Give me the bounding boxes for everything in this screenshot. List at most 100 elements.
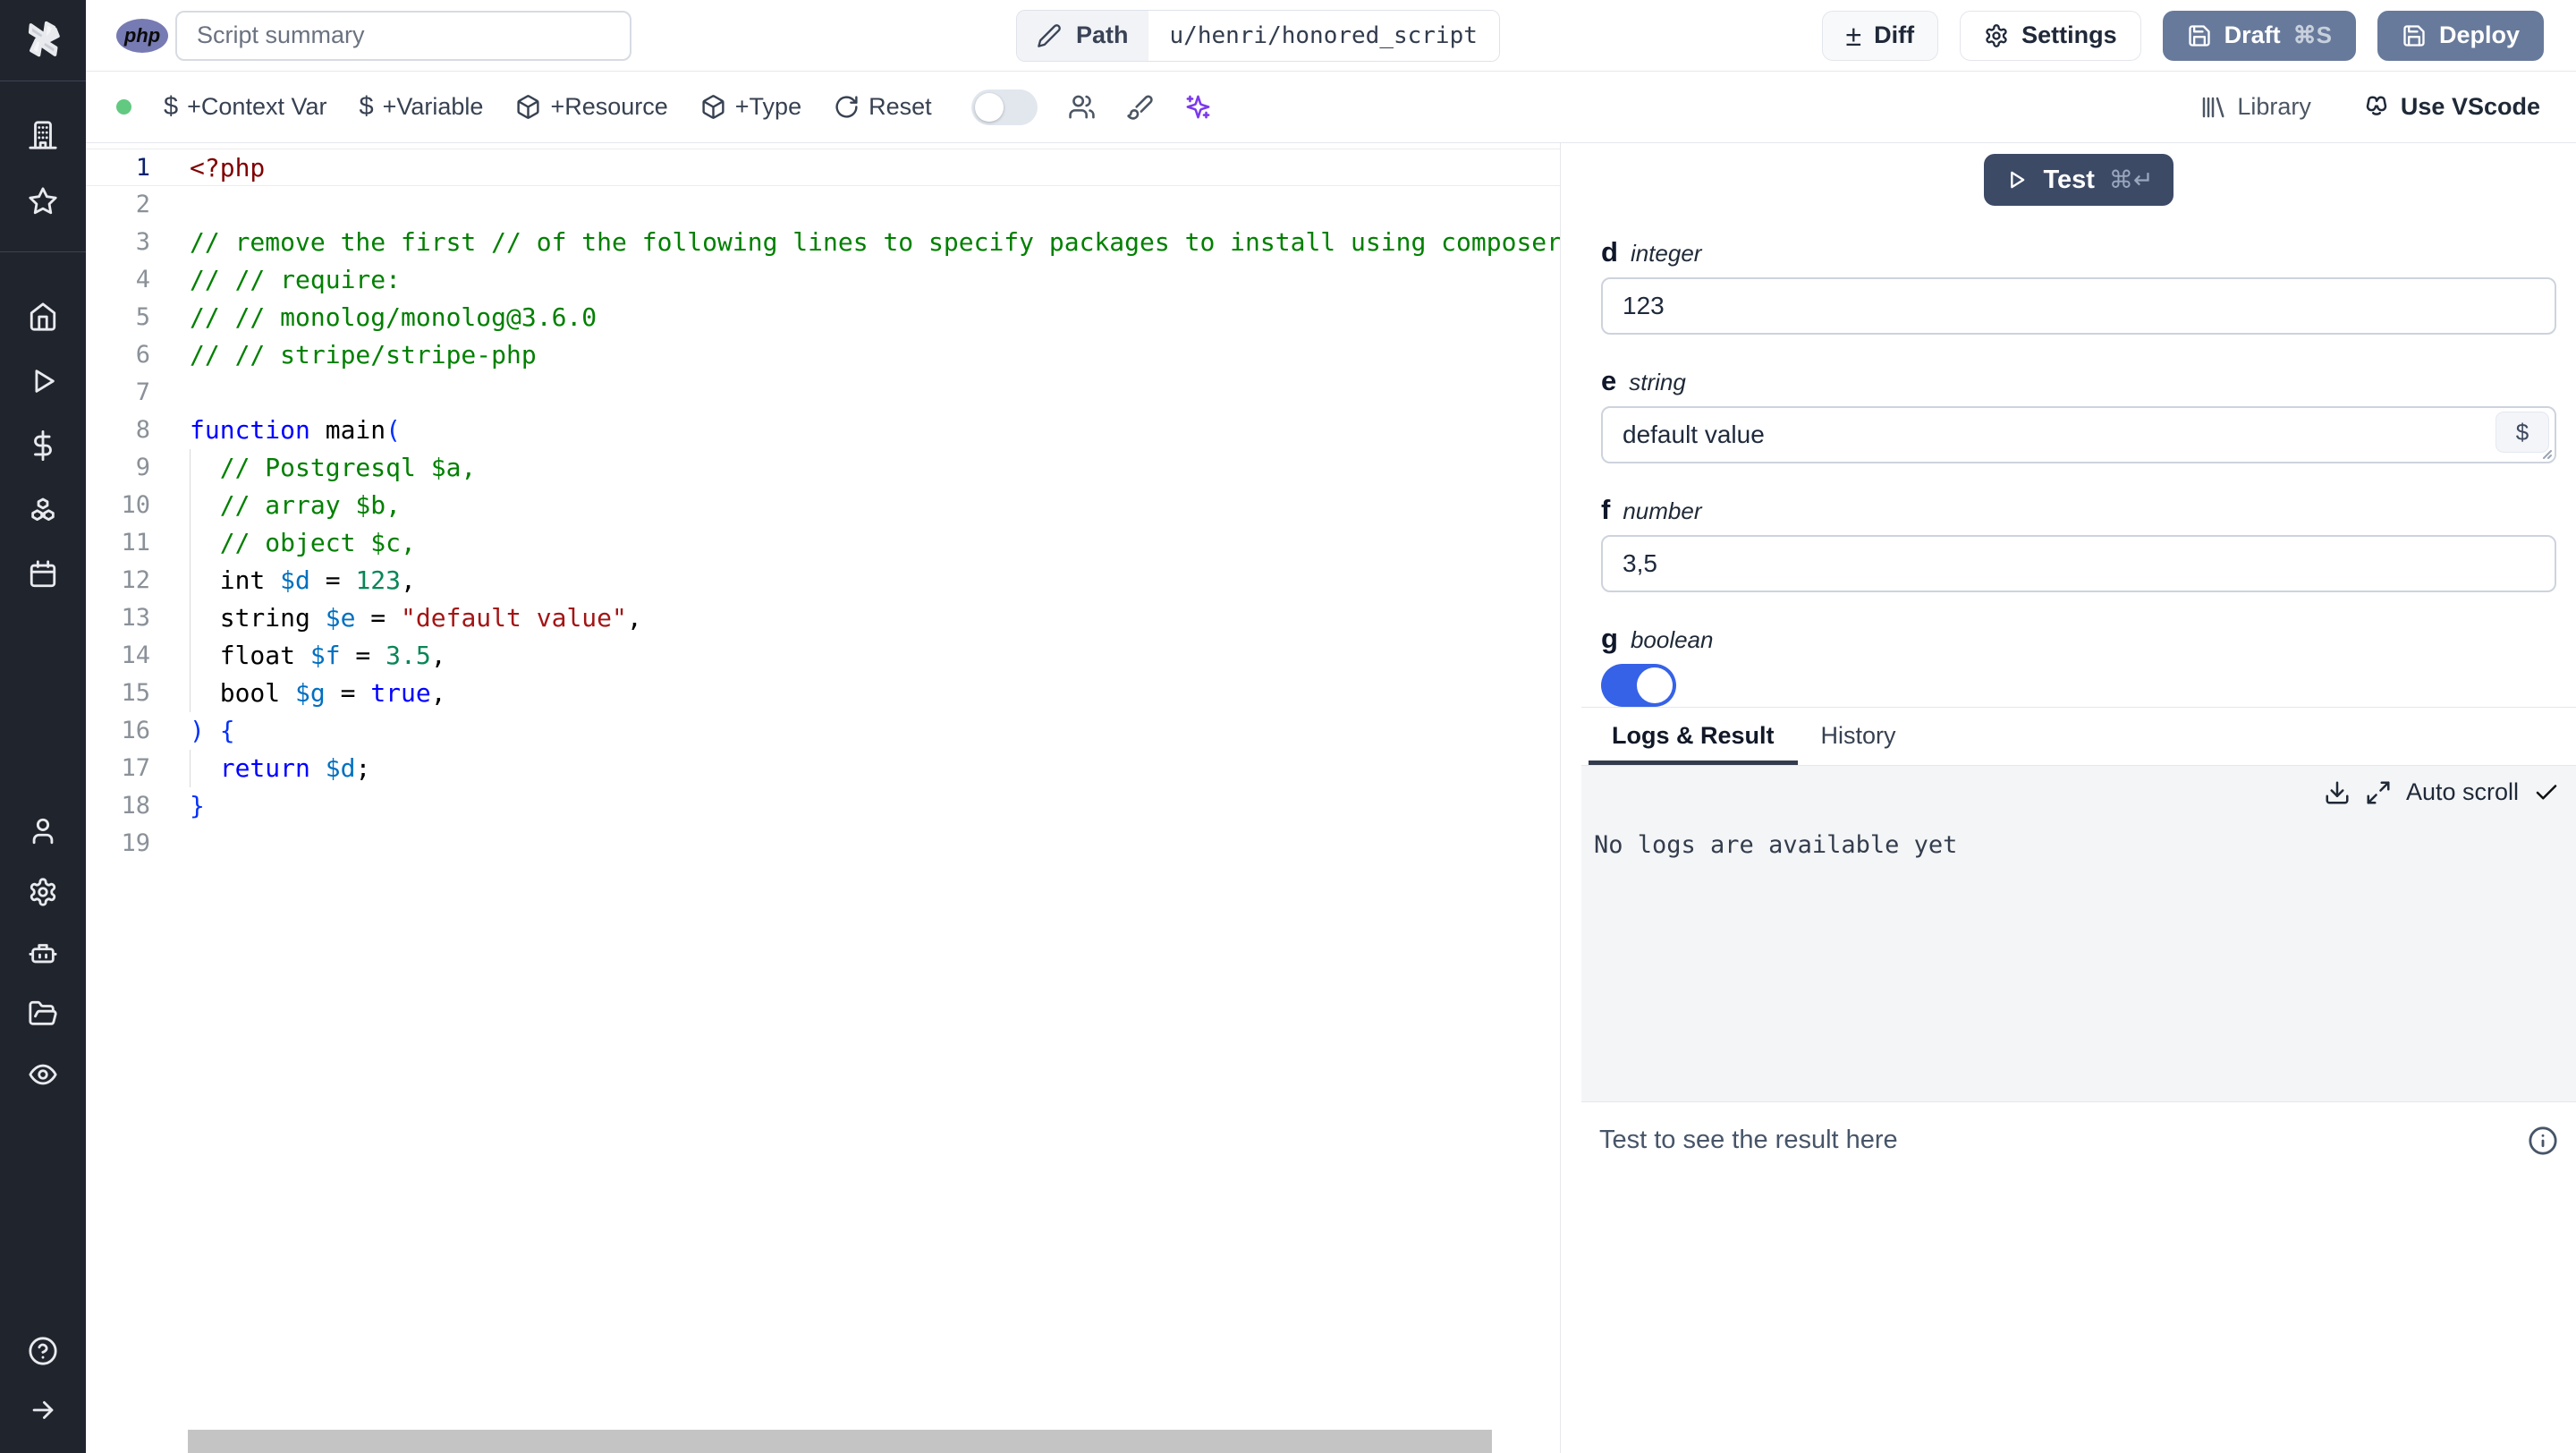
path-edit-button[interactable]: Path — [1017, 10, 1148, 61]
diff-button[interactable]: ± Diff — [1821, 10, 1939, 61]
check-icon[interactable] — [2533, 779, 2560, 806]
code-line-5[interactable]: 5 // // monolog/monolog@3.6.0 — [86, 299, 1560, 336]
code-line-9[interactable]: 9 // Postgresql $a, — [86, 449, 1560, 487]
tab-history[interactable]: History — [1798, 708, 1919, 765]
pencil-icon — [1038, 23, 1061, 47]
library-icon — [2203, 97, 2224, 117]
field-input-f[interactable] — [1601, 535, 2556, 592]
php-language-badge: php — [116, 18, 168, 53]
sidebar-item-home[interactable] — [16, 290, 70, 344]
gear-icon — [1986, 23, 2007, 47]
field-type: number — [1623, 497, 1702, 524]
dollar-icon: $ — [359, 92, 374, 121]
code-line-18[interactable]: 18} — [86, 787, 1560, 825]
code-text: // // require: — [190, 265, 402, 294]
sidebar — [0, 0, 86, 1453]
info-icon[interactable] — [2528, 1126, 2558, 1156]
code-line-2[interactable]: 2 — [86, 186, 1560, 224]
test-button[interactable]: Test ⌘↵ — [1984, 154, 2174, 206]
add-type-button[interactable]: +Type — [700, 93, 801, 121]
field-label-e: e string — [1601, 365, 2556, 397]
draft-label: Draft — [2224, 21, 2281, 48]
sidebar-item-folders[interactable] — [16, 987, 70, 1041]
code-line-11[interactable]: 11 // object $c, — [86, 524, 1560, 562]
multiplayer-icon[interactable] — [1068, 93, 1096, 121]
format-brush-icon[interactable] — [1126, 93, 1154, 121]
library-button[interactable]: Library — [2199, 93, 2311, 121]
line-number: 2 — [135, 191, 150, 218]
use-vscode-button[interactable]: Use VScode — [2363, 93, 2540, 121]
sidebar-item-workspace[interactable] — [16, 108, 70, 162]
code-text: // // monolog/monolog@3.6.0 — [190, 302, 597, 332]
sidebar-divider — [0, 251, 86, 252]
code-line-1[interactable]: 1 <?php — [86, 149, 1560, 186]
code-line-16[interactable]: 16) { — [86, 712, 1560, 750]
add-variable-button[interactable]: $ +Variable — [359, 92, 483, 122]
package-icon — [517, 95, 540, 119]
code-line-3[interactable]: 3 // remove the first // of the following… — [86, 224, 1560, 261]
script-summary-input[interactable] — [175, 10, 631, 61]
line-number: 14 — [121, 642, 150, 669]
code-line-13[interactable]: 13 string $e = "default value", — [86, 599, 1560, 637]
add-context-var-button[interactable]: $ +Context Var — [164, 92, 326, 122]
horizontal-scrollbar[interactable] — [188, 1430, 1492, 1453]
code-line-19[interactable]: 19 — [86, 825, 1560, 862]
code-line-10[interactable]: 10 // array $b, — [86, 487, 1560, 524]
field-label-f: f number — [1601, 494, 2556, 526]
sidebar-item-workers[interactable] — [16, 926, 70, 980]
help-icon[interactable] — [16, 1324, 70, 1378]
line-number: 7 — [135, 378, 150, 406]
add-resource-label: +Resource — [550, 93, 668, 120]
settings-button[interactable]: Settings — [1960, 10, 2141, 61]
code-line-14[interactable]: 14 float $f = 3.5, — [86, 637, 1560, 675]
diff-mode-toggle[interactable] — [970, 89, 1038, 125]
sidebar-item-resources[interactable] — [16, 483, 70, 537]
sidebar-item-favorites[interactable] — [16, 174, 70, 228]
test-shortcut: ⌘↵ — [2108, 166, 2154, 193]
path-group[interactable]: Path u/henri/honored_script — [1016, 9, 1500, 62]
deploy-label: Deploy — [2438, 21, 2520, 48]
field-input-d[interactable] — [1601, 277, 2556, 335]
code-text: <?php — [190, 153, 266, 183]
line-number: 18 — [121, 792, 150, 820]
code-text: // // stripe/stripe-php — [190, 340, 537, 370]
panel-splitter[interactable] — [1560, 143, 1581, 1453]
code-text: // array $b, — [190, 490, 402, 520]
line-number: 4 — [135, 266, 150, 293]
code-line-8[interactable]: 8 function main( — [86, 412, 1560, 449]
code-line-7[interactable]: 7 — [86, 374, 1560, 412]
code-line-15[interactable]: 15 bool $g = true, — [86, 675, 1560, 712]
code-line-12[interactable]: 12 int $d = 123, — [86, 562, 1560, 599]
add-resource-button[interactable]: +Resource — [515, 93, 668, 121]
sidebar-item-variables[interactable] — [16, 419, 70, 472]
resize-handle-icon[interactable] — [2536, 443, 2554, 461]
line-number: 1 — [135, 154, 150, 182]
reset-button[interactable]: Reset — [834, 93, 932, 121]
ai-sparkles-icon[interactable] — [1184, 93, 1212, 121]
expand-sidebar-icon[interactable] — [16, 1383, 70, 1437]
sidebar-item-schedules[interactable] — [16, 548, 70, 601]
sidebar-item-audit-logs[interactable] — [16, 1048, 70, 1101]
save-icon — [2188, 24, 2210, 47]
field-input-e[interactable] — [1601, 406, 2556, 463]
boolean-toggle-g[interactable] — [1601, 664, 1676, 707]
auto-scroll-label[interactable]: Auto scroll — [2406, 778, 2519, 806]
library-label: Library — [2237, 93, 2311, 120]
add-variable-label: +Variable — [382, 93, 484, 120]
windmill-logo-icon[interactable] — [17, 13, 69, 64]
download-logs-icon[interactable] — [2324, 779, 2351, 806]
deploy-button[interactable]: Deploy — [2377, 10, 2544, 61]
expand-logs-icon[interactable] — [2365, 779, 2392, 806]
sidebar-item-runs[interactable] — [16, 354, 70, 408]
code-editor[interactable]: 1 <?php 2 3 // remove the first // of the fo… — [86, 143, 1560, 1453]
draft-button[interactable]: Draft ⌘S — [2162, 10, 2356, 61]
code-line-4[interactable]: 4 // // require: — [86, 261, 1560, 299]
tab-logs-result[interactable]: Logs & Result — [1589, 708, 1798, 765]
code-line-17[interactable]: 17 return $d; — [86, 750, 1560, 787]
code-line-6[interactable]: 6 // // stripe/stripe-php — [86, 336, 1560, 374]
diff-label: Diff — [1874, 21, 1915, 48]
sidebar-item-users[interactable] — [16, 804, 70, 858]
sidebar-item-settings[interactable] — [16, 865, 70, 919]
dollar-icon: $ — [164, 92, 179, 121]
play-icon — [2011, 171, 2025, 189]
